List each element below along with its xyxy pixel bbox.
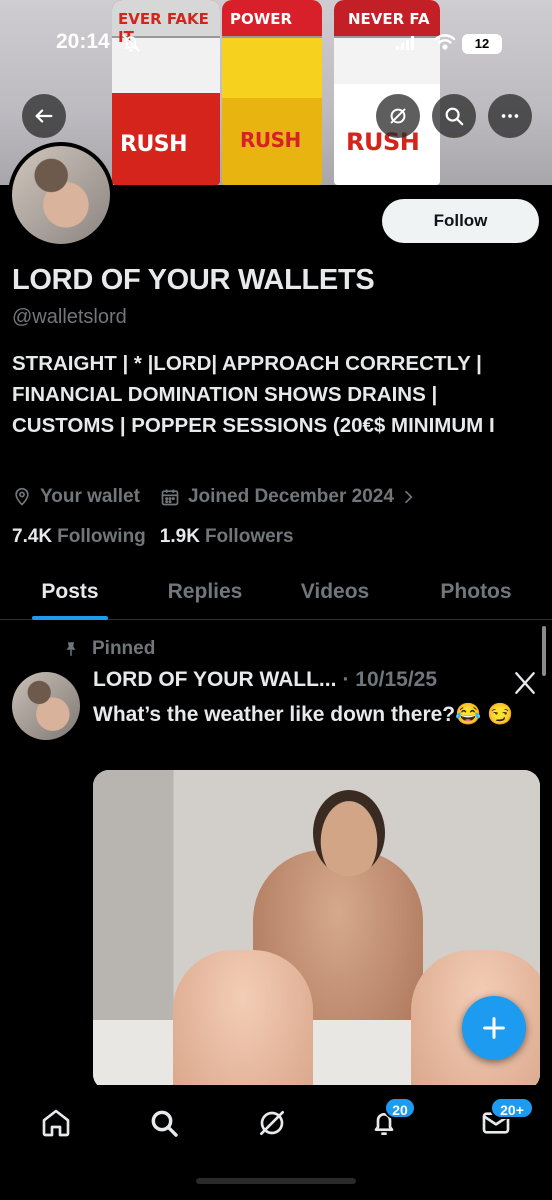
tab-replies[interactable]: Replies [140,564,270,620]
follow-counts: 7.4K Following 1.9K Followers [12,526,294,548]
status-bar: 20:14 12 [0,30,552,60]
search-button[interactable] [432,94,476,138]
banner-bottle-white: NEVER FA RUSH [334,0,440,185]
x-logo-icon[interactable] [512,670,538,696]
arrow-left-icon [35,109,53,123]
nav-search[interactable] [144,1103,184,1143]
nav-messages[interactable]: 20+ [476,1097,534,1143]
post-author-avatar[interactable] [12,672,80,740]
grok-icon [260,1111,284,1135]
location-pin-icon [15,487,29,506]
nav-grok[interactable] [252,1103,292,1143]
search-icon [445,107,464,126]
home-icon [42,1109,70,1137]
battery-indicator: 12 [462,34,502,54]
cellular-signal-icon [396,36,414,50]
compose-post-button[interactable] [462,996,526,1060]
bottle-cap-text: POWER [230,10,293,28]
user-handle: @walletslord [12,306,127,328]
profile-location: Your wallet [40,486,140,507]
post-date[interactable]: · 10/15/25 [342,668,437,692]
grok-button[interactable] [376,94,420,138]
tab-posts[interactable]: Posts [0,564,140,620]
pinned-indicator: Pinned [62,638,155,660]
wifi-icon [434,34,456,50]
following-link[interactable]: 7.4K Following [12,526,146,548]
followers-count: 1.9K [159,526,200,547]
bottle-cap-text: NEVER FA [348,10,430,28]
followers-label: Followers [204,526,294,547]
scroll-indicator[interactable] [542,626,546,676]
messages-badge: 20+ [490,1097,534,1119]
display-name: LORD OF YOUR WALLETS [12,264,375,296]
profile-tabs: Posts Replies Videos Photos [0,564,552,620]
followers-link[interactable]: 1.9K Followers [160,526,294,548]
chevron-right-icon[interactable] [398,487,418,507]
nav-notifications[interactable]: 20 [364,1097,416,1143]
bottle-brand: RUSH [240,128,301,152]
back-button[interactable] [22,94,66,138]
post-header: LORD OF YOUR WALL... · 10/15/25 [93,668,437,692]
pinned-label: Pinned [92,638,156,659]
more-horizontal-icon [501,114,519,118]
post-author-name[interactable]: LORD OF YOUR WALL... [93,668,336,692]
profile-avatar[interactable] [8,142,114,248]
more-options-button[interactable] [488,94,532,138]
plus-icon [483,1017,505,1039]
bottle-brand: RUSH [120,132,188,157]
following-count: 7.4K [12,526,53,547]
pin-icon [66,642,76,656]
nav-home[interactable] [36,1103,76,1143]
grok-icon [390,108,406,124]
bell-slash-icon [122,34,140,52]
profile-bio: STRAIGHT | * |LORD| APPROACH CORRECTLY |… [12,352,495,437]
tab-photos[interactable]: Photos [400,564,552,620]
tab-videos[interactable]: Videos [270,564,400,620]
post-text: What’s the weather like down there?😂 😏 [93,703,514,726]
status-time: 20:14 [56,30,110,53]
profile-meta: Your wallet Joined December 2024 [12,483,418,511]
follow-button[interactable]: Follow [382,199,539,243]
banner-bottle-yellow: POWER RUSH [222,0,322,185]
calendar-icon [161,489,179,506]
banner-bottle-red: EVER FAKE IT RUSH [112,0,220,185]
notifications-badge: 20 [384,1097,416,1119]
home-indicator [196,1178,356,1184]
search-icon [151,1110,178,1137]
profile-joined-date: Joined December 2024 [187,486,394,507]
following-label: Following [57,526,146,547]
